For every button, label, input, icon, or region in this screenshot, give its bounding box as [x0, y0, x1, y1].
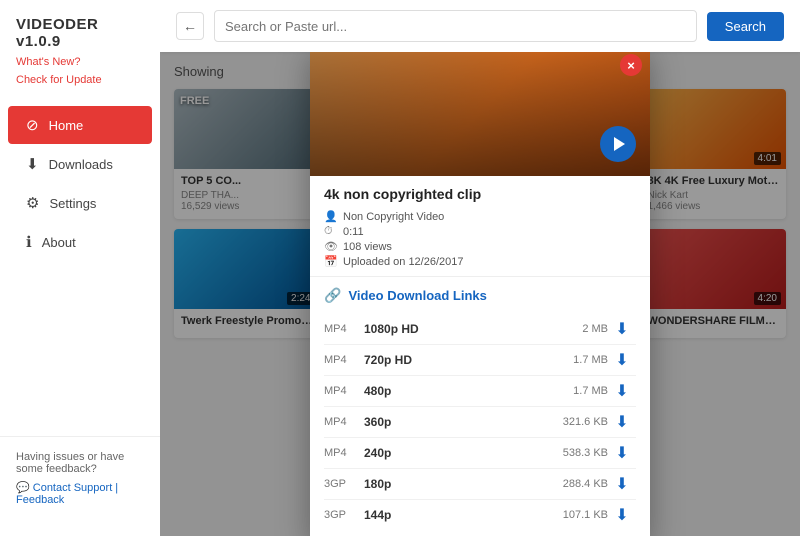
sidebar: VIDEODER v1.0.9 What's New? Check for Up… [0, 0, 160, 536]
whats-new-link[interactable]: What's New? [16, 54, 144, 72]
meta-channel: 👤 Non Copyright Video [324, 210, 636, 223]
download-button[interactable]: ⬇ [608, 319, 636, 339]
downloads-title: Video Download Links [348, 288, 486, 303]
meta-uploaded: 📅 Uploaded on 12/26/2017 [324, 255, 636, 268]
download-icon: ⬇ [26, 155, 39, 173]
sidebar-item-label: Downloads [49, 157, 113, 172]
modal-play-button[interactable] [600, 126, 636, 162]
sidebar-item-home[interactable]: ⊘ Home [8, 106, 152, 144]
info-icon: ℹ [26, 233, 32, 251]
preview-overlay [310, 52, 650, 176]
contact-support-link[interactable]: 💬 Contact Support | Feedback [16, 481, 144, 506]
check-update-link[interactable]: Check for Update [16, 72, 144, 90]
clock-icon: ⏱ [324, 225, 336, 238]
sidebar-item-downloads[interactable]: ⬇ Downloads [8, 145, 152, 183]
download-button[interactable]: ⬇ [608, 505, 636, 525]
modal-video-title: 4k non copyrighted clip [324, 186, 636, 202]
eye-icon: 👁 [324, 240, 336, 253]
sidebar-item-settings[interactable]: ⚙ Settings [8, 184, 152, 222]
sidebar-nav: ⊘ Home ⬇ Downloads ⚙ Settings ℹ About [0, 105, 160, 436]
modal-meta: 👤 Non Copyright Video ⏱ 0:11 👁 108 views… [324, 210, 636, 268]
modal-downloads-section: 🔗 Video Download Links MP4 1080p HD 2 MB… [310, 276, 650, 536]
download-row: MP4 720p HD 1.7 MB ⬇ [324, 345, 636, 376]
download-button[interactable]: ⬇ [608, 412, 636, 432]
search-input[interactable] [214, 10, 697, 42]
header: ← Search [160, 0, 800, 52]
meta-views: 👁 108 views [324, 240, 636, 253]
modal-close-button[interactable]: × [620, 54, 642, 76]
download-row: 3GP 180p 288.4 KB ⬇ [324, 469, 636, 500]
sidebar-item-label: Settings [49, 196, 96, 211]
download-section-icon: 🔗 [324, 287, 341, 304]
sidebar-item-label: Home [49, 118, 84, 133]
sidebar-footer: Having issues or have some feedback? 💬 C… [0, 436, 160, 520]
calendar-icon: 📅 [324, 255, 336, 268]
download-button[interactable]: ⬇ [608, 443, 636, 463]
sidebar-item-about[interactable]: ℹ About [8, 223, 152, 261]
home-icon: ⊘ [26, 116, 39, 134]
download-button[interactable]: ⬇ [608, 381, 636, 401]
download-row: MP4 360p 321.6 KB ⬇ [324, 407, 636, 438]
meta-duration: ⏱ 0:11 [324, 225, 636, 238]
back-button[interactable]: ← [176, 12, 204, 40]
main-area: ← Search Showing FREE TOP 5 CO... DEEP T… [160, 0, 800, 536]
download-row: 3GP 144p 107.1 KB ⬇ [324, 500, 636, 530]
download-button[interactable]: ⬇ [608, 350, 636, 370]
footer-text: Having issues or have some feedback? [16, 451, 144, 475]
download-button[interactable]: ⬇ [608, 474, 636, 494]
modal-video-preview [310, 52, 650, 176]
sidebar-item-label: About [42, 235, 76, 250]
download-row: MP4 1080p HD 2 MB ⬇ [324, 314, 636, 345]
app-logo: VIDEODER v1.0.9 [0, 16, 160, 54]
modal-title-section: 4k non copyrighted clip 👤 Non Copyright … [310, 176, 650, 276]
person-icon: 👤 [324, 210, 336, 223]
download-modal: × 4k non copyrighted clip 👤 Non Copyrigh… [310, 52, 650, 536]
downloads-header: 🔗 Video Download Links [324, 287, 636, 304]
search-button[interactable]: Search [707, 12, 784, 41]
content-area: Showing FREE TOP 5 CO... DEEP THA... 16,… [160, 52, 800, 536]
gear-icon: ⚙ [26, 194, 39, 212]
download-row: MP4 240p 538.3 KB ⬇ [324, 438, 636, 469]
download-row: MP4 480p 1.7 MB ⬇ [324, 376, 636, 407]
sidebar-sub-links: What's New? Check for Update [0, 54, 160, 105]
